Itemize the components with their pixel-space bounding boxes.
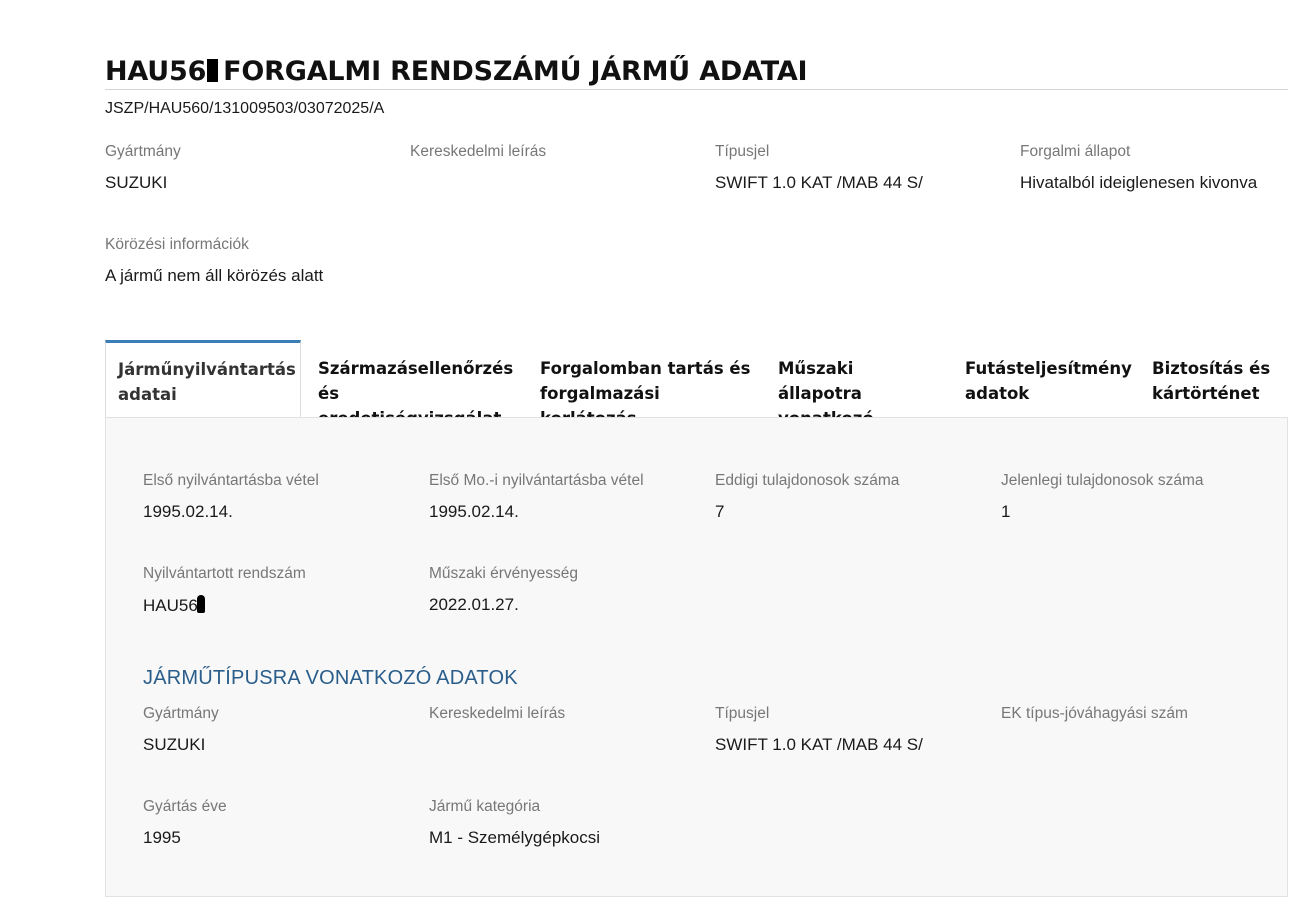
tab-label-line1: Származásellenőrzés bbox=[318, 359, 514, 378]
reference-code: JSZP/HAU560/131009503/03072025/A bbox=[105, 100, 385, 117]
field-label: Forgalmi állapot bbox=[1020, 143, 1131, 160]
redaction-mark bbox=[196, 595, 205, 613]
section-title-jarmutipus: JÁRMŰTÍPUSRA VONATKOZÓ ADATOK bbox=[143, 667, 518, 689]
page-title: HAU56 FORGALMI RENDSZÁMÚ JÁRMŰ ADATAI bbox=[105, 56, 808, 87]
title-divider bbox=[105, 89, 1288, 90]
field-tipus-tipusjel: Típusjel SWIFT 1.0 KAT /MAB 44 S/ bbox=[715, 705, 923, 755]
tab-forgalomban-tartas[interactable]: Forgalomban tartás és forgalmazási korlá… bbox=[528, 340, 768, 428]
field-value bbox=[1001, 735, 1188, 755]
field-value bbox=[429, 735, 565, 755]
field-label: Eddigi tulajdonosok száma bbox=[715, 472, 900, 489]
field-label: Gyártás éve bbox=[143, 798, 227, 815]
plate-value: HAU56 bbox=[143, 596, 198, 615]
field-nyilvantartott-rendszam: Nyilvántartott rendszám HAU56 bbox=[143, 565, 306, 616]
tab-label-line1: Járműnyilvántartás bbox=[118, 360, 296, 379]
field-gyartmany: Gyártmány SUZUKI bbox=[105, 143, 181, 193]
field-value: 1 bbox=[1001, 502, 1011, 521]
tab-futasteljesitmeny[interactable]: Futásteljesítmény adatok bbox=[953, 340, 1141, 417]
field-ek-tipus-jovahagyasi-szam: EK típus-jóváhagyási szám bbox=[1001, 705, 1188, 755]
field-eddigi-tulajdonosok: Eddigi tulajdonosok száma 7 bbox=[715, 472, 899, 522]
field-label: Műszaki érvényesség bbox=[429, 565, 579, 582]
tab-biztositas[interactable]: Biztosítás és kártörténet bbox=[1140, 340, 1288, 417]
field-label: Körözési információk bbox=[105, 236, 249, 253]
field-label: Első nyilvántartásba vétel bbox=[143, 472, 319, 489]
field-label: Kereskedelmi leírás bbox=[410, 143, 547, 160]
field-tipus-kereskedelmi-leiras: Kereskedelmi leírás bbox=[429, 705, 565, 755]
field-value: SWIFT 1.0 KAT /MAB 44 S/ bbox=[715, 173, 923, 192]
field-label: Típusjel bbox=[715, 705, 770, 722]
tab-bar: Járműnyilvántartás adatai Származásellen… bbox=[105, 340, 1288, 453]
tab-jarmunyilvantartas-adatai[interactable]: Járműnyilvántartás adatai bbox=[105, 340, 301, 417]
field-kereskedelmi-leiras: Kereskedelmi leírás bbox=[410, 143, 546, 193]
field-value: M1 - Személygépkocsi bbox=[429, 828, 601, 847]
plate-prefix: HAU56 bbox=[105, 56, 207, 87]
field-label: Nyilvántartott rendszám bbox=[143, 565, 306, 582]
tab-label-line2: adatok bbox=[965, 384, 1030, 403]
tab-szarmazasellenorzes[interactable]: Származásellenőrzés és eredetiségvizsgál… bbox=[306, 340, 528, 428]
field-value: 2022.01.27. bbox=[429, 595, 519, 614]
field-value bbox=[410, 173, 546, 193]
field-korozesi-informaciok: Körözési információk A jármű nem áll kör… bbox=[105, 236, 323, 286]
field-muszaki-ervenyesseg: Műszaki érvényesség 2022.01.27. bbox=[429, 565, 578, 615]
field-value: SUZUKI bbox=[105, 173, 168, 192]
tab-label-line2: adatai bbox=[118, 385, 177, 404]
field-jelenlegi-tulajdonosok: Jelenlegi tulajdonosok száma 1 bbox=[1001, 472, 1203, 522]
tab-label-line1: Műszaki állapotra bbox=[778, 359, 862, 403]
field-value: SUZUKI bbox=[143, 735, 206, 754]
field-label: EK típus-jóváhagyási szám bbox=[1001, 705, 1188, 722]
title-rest: FORGALMI RENDSZÁMÚ JÁRMŰ ADATAI bbox=[223, 56, 808, 87]
field-label: Gyártmány bbox=[143, 705, 219, 722]
field-forgalmi-allapot: Forgalmi állapot Hivatalból ideiglenesen… bbox=[1020, 143, 1257, 193]
field-value: SWIFT 1.0 KAT /MAB 44 S/ bbox=[715, 735, 923, 754]
tab-label-line1: Futásteljesítmény bbox=[965, 359, 1132, 378]
field-value: A jármű nem áll körözés alatt bbox=[105, 266, 324, 285]
field-label: Típusjel bbox=[715, 143, 770, 160]
field-value: 7 bbox=[715, 502, 725, 521]
field-value: Hivatalból ideiglenesen kivonva bbox=[1020, 173, 1258, 192]
tab-label-line2: kártörténet bbox=[1152, 384, 1260, 403]
field-value: 1995.02.14. bbox=[143, 502, 233, 521]
field-jarmu-kategoria: Jármű kategória M1 - Személygépkocsi bbox=[429, 798, 600, 848]
field-gyartas-eve: Gyártás éve 1995 bbox=[143, 798, 227, 848]
tab-label-line1: Forgalomban tartás és bbox=[540, 359, 751, 378]
field-tipusjel: Típusjel SWIFT 1.0 KAT /MAB 44 S/ bbox=[715, 143, 923, 193]
redaction-mark bbox=[207, 59, 219, 82]
field-value: 1995.02.14. bbox=[429, 502, 519, 521]
field-label: Jelenlegi tulajdonosok száma bbox=[1001, 472, 1204, 489]
field-tipus-gyartmany: Gyártmány SUZUKI bbox=[143, 705, 219, 755]
tab-muszaki-allapot[interactable]: Műszaki állapotra vonatkozó adatok bbox=[766, 340, 954, 453]
field-value: 1995 bbox=[143, 828, 181, 847]
field-elso-mo-nyilvantartasba-vetel: Első Mo.-i nyilvántartásba vétel 1995.02… bbox=[429, 472, 644, 522]
field-label: Gyártmány bbox=[105, 143, 181, 160]
field-label: Kereskedelmi leírás bbox=[429, 705, 566, 722]
tab-label-line1: Biztosítás és bbox=[1152, 359, 1271, 378]
field-label: Jármű kategória bbox=[429, 798, 541, 815]
field-label: Első Mo.-i nyilvántartásba vétel bbox=[429, 472, 644, 489]
field-value: HAU56 bbox=[143, 595, 306, 616]
field-elso-nyilvantartasba-vetel: Első nyilvántartásba vétel 1995.02.14. bbox=[143, 472, 319, 522]
